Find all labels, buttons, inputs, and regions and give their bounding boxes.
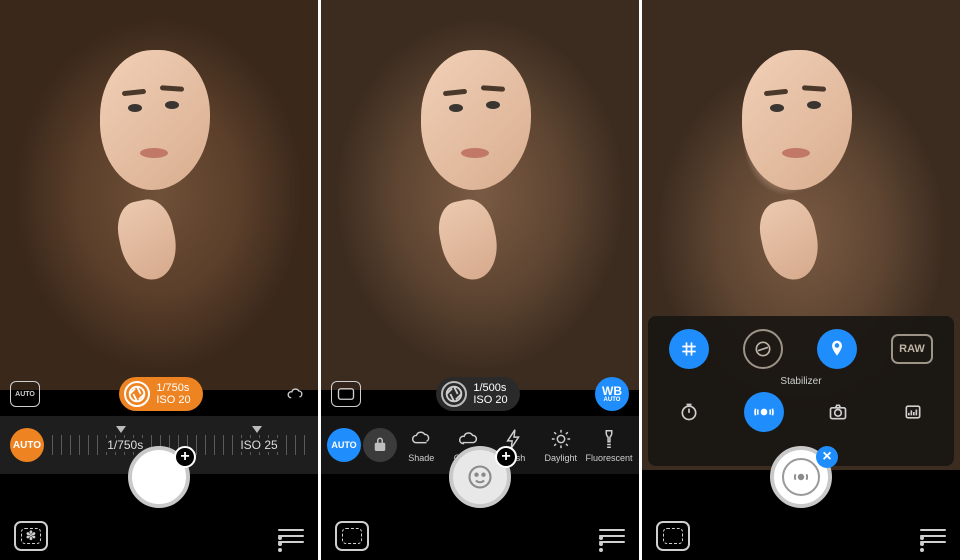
- viewfinder-photo: [321, 0, 639, 390]
- exposure-pill[interactable]: 1/500s ISO 20: [436, 377, 519, 411]
- shutter-row: ×: [642, 442, 960, 512]
- shutter-add-icon[interactable]: +: [495, 446, 517, 468]
- bottom-bar: [0, 512, 318, 560]
- auto-mode-box[interactable]: [331, 381, 361, 407]
- bottom-bar: [321, 512, 639, 560]
- camera-screen-1: AUTO 1/750s ISO 20 AUTO 1/750s ISO 25 +: [0, 0, 318, 560]
- location-icon[interactable]: [817, 329, 857, 369]
- histogram-icon[interactable]: [893, 392, 933, 432]
- aperture-icon: [124, 381, 150, 407]
- camera-switch-icon[interactable]: [818, 392, 858, 432]
- cloud-icon[interactable]: [282, 381, 308, 407]
- gallery-button[interactable]: [14, 521, 48, 551]
- shutter-row: +: [0, 442, 318, 512]
- face-icon: [466, 463, 494, 491]
- stabilizer-label: Stabilizer: [652, 376, 950, 387]
- shutter-button[interactable]: +: [128, 446, 190, 508]
- shutter-close-icon[interactable]: ×: [816, 446, 838, 468]
- gallery-button[interactable]: [656, 521, 690, 551]
- white-balance-button[interactable]: WBAUTO: [595, 377, 629, 411]
- aperture-icon: [441, 381, 467, 407]
- gallery-button[interactable]: [335, 521, 369, 551]
- iso-value: ISO 20: [473, 394, 507, 406]
- shutter-value: 1/750s: [156, 382, 190, 394]
- shutter-row: +: [321, 442, 639, 512]
- status-bar: 1/500s ISO 20 WBAUTO: [321, 372, 639, 416]
- status-bar: AUTO 1/750s ISO 20: [0, 372, 318, 416]
- bottom-bar: [642, 512, 960, 560]
- auto-mode-box[interactable]: AUTO: [10, 381, 40, 407]
- stabilizer-icon[interactable]: [744, 392, 784, 432]
- viewfinder-photo: [0, 0, 318, 390]
- shutter-value: 1/500s: [473, 382, 507, 394]
- raw-button[interactable]: RAW: [891, 334, 933, 364]
- camera-screen-3: RAW Stabilizer ×: [642, 0, 960, 560]
- iso-value: ISO 20: [156, 394, 190, 406]
- camera-screen-2: 1/500s ISO 20 WBAUTO AUTO Shade Cloudy F…: [321, 0, 639, 560]
- level-icon[interactable]: [743, 329, 783, 369]
- menu-icon[interactable]: [599, 529, 625, 543]
- shutter-add-icon[interactable]: +: [174, 446, 196, 468]
- exposure-pill[interactable]: 1/750s ISO 20: [119, 377, 202, 411]
- menu-icon[interactable]: [278, 529, 304, 543]
- stabilizer-indicator-icon: [782, 458, 820, 496]
- shutter-button[interactable]: +: [449, 446, 511, 508]
- menu-icon[interactable]: [920, 529, 946, 543]
- shutter-button[interactable]: ×: [770, 446, 832, 508]
- grid-icon[interactable]: [669, 329, 709, 369]
- timer-icon[interactable]: [669, 392, 709, 432]
